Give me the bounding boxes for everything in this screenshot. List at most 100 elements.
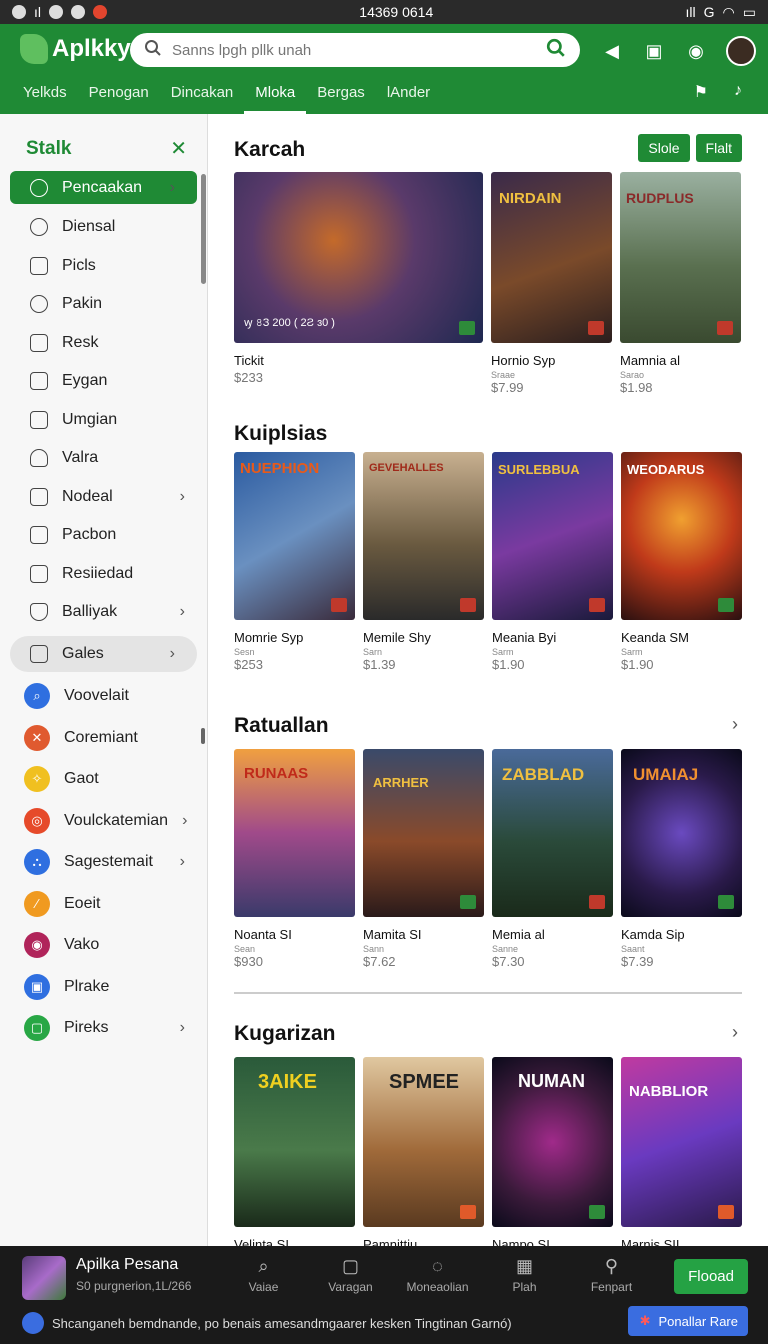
close-icon[interactable]: ✕: [170, 136, 187, 161]
sidebar-app-2[interactable]: ✧ Gaot: [0, 759, 207, 801]
sidebar-app-5[interactable]: ⁄ Eoeit: [0, 883, 207, 925]
card-title: Kamda Sip: [621, 927, 685, 942]
search-input[interactable]: [172, 41, 536, 59]
sidebar-item-7[interactable]: Valra: [0, 439, 207, 478]
game-card[interactable]: SURLEBBUA Meania Byi Sarm $1.90: [492, 452, 613, 672]
sidebar-app-7[interactable]: ▣ Plrake: [0, 966, 207, 1008]
game-card[interactable]: RUNAAS Noanta SI Sean $930: [234, 749, 355, 969]
now-playing-app[interactable]: Apilka Pesana S0 purgnerion,1L/266: [22, 1256, 191, 1300]
cover-title: NIRDAIN: [499, 190, 562, 207]
game-cover: RUNAAS: [234, 749, 355, 917]
user-icon: [30, 449, 48, 468]
chevron-right-icon[interactable]: ›: [732, 1022, 738, 1043]
sidebar-item-9[interactable]: Pacbon: [0, 516, 207, 555]
app-icon: ✕: [24, 724, 50, 751]
tab-4[interactable]: Bergas: [306, 82, 376, 114]
game-cover: ZABBLAD: [492, 749, 613, 917]
rating-badge: [589, 598, 605, 612]
bottom-nav-item-2[interactable]: ◌ Moneaolian: [394, 1256, 481, 1294]
card-title: Mamnia al: [620, 353, 680, 368]
game-card[interactable]: NIRDAIN Hornio Syp Sraae $7.99: [491, 172, 612, 395]
cart-icon[interactable]: ⚑: [694, 82, 708, 102]
sidebar-item-3[interactable]: Pakin: [0, 285, 207, 324]
search-icon: [144, 39, 162, 62]
sidebar-app-1[interactable]: ✕ Coremiant: [0, 717, 207, 759]
tab-1[interactable]: Penogan: [78, 82, 160, 114]
search-submit-icon[interactable]: [546, 38, 566, 63]
megaphone-icon[interactable]: ◀: [600, 39, 624, 63]
game-card[interactable]: ꝡ ৪З 200 ( 2Ƨ ɜ0 ) Tickit $233: [234, 172, 483, 395]
tab-5[interactable]: lAnder: [376, 82, 441, 114]
game-card[interactable]: GEVEHALLES Memile Shy Sarn $1.39: [363, 452, 484, 672]
cover-title: NUEPHION: [240, 460, 320, 477]
sidebar-app-3[interactable]: ◎ Voulckatemian ›: [0, 800, 207, 842]
game-card[interactable]: WEODARUS Keanda SM Sarm $1.90: [621, 452, 742, 672]
game-card[interactable]: NUEPHION Momrie Syp Sesn $253: [234, 452, 355, 672]
rating-badge: [718, 895, 734, 909]
rating-badge: [589, 895, 605, 909]
bottom-nav-item-3[interactable]: ▦ Plah: [481, 1256, 568, 1294]
status-bar: ıl 14369 0614 ıll G ◠ ▭: [0, 0, 768, 24]
signal-icon: ıl: [34, 4, 41, 20]
sidebar-item-6[interactable]: Umgian: [0, 401, 207, 440]
search-icon: [30, 178, 48, 197]
game-card[interactable]: 3AIKE Velinta SI: [234, 1057, 355, 1252]
chevron-right-icon[interactable]: ›: [732, 714, 738, 735]
info-icon: [22, 1312, 44, 1334]
sidebar-app-0[interactable]: ⌕ Voovelait: [0, 676, 207, 718]
game-card[interactable]: SPMEE Pamnittiu: [363, 1057, 484, 1252]
tab-3[interactable]: Mloka: [244, 82, 307, 114]
game-card[interactable]: RUDPLUS Mamnia al Sarao $1.98: [620, 172, 741, 395]
bottom-nav-item-1[interactable]: ▢ Varagan: [307, 1256, 394, 1294]
bag-icon: [30, 526, 48, 545]
card-sub: Sann: [363, 944, 385, 954]
card-price: $1.90: [492, 657, 525, 672]
sidebar-item-11[interactable]: Balliyak ›: [0, 593, 207, 632]
game-cover: ꝡ ৪З 200 ( 2Ƨ ɜ0 ): [234, 172, 483, 343]
app-logo[interactable]: Aplkky: [20, 34, 131, 64]
sidebar-app-6[interactable]: ◉ Vako: [0, 925, 207, 967]
bell-icon[interactable]: ♪: [734, 82, 742, 102]
sidebar-item-12[interactable]: Gales ›: [10, 635, 197, 672]
tab-2[interactable]: Dincakan: [160, 82, 245, 114]
game-card[interactable]: ZABBLAD Memia al Sanne $7.30: [492, 749, 613, 969]
sidebar-item-1[interactable]: Diensal: [0, 208, 207, 247]
game-card[interactable]: UMAIAJ Kamda Sip Saant $7.39: [621, 749, 742, 969]
grid-icon: [30, 256, 48, 275]
battery-icon: ▭: [742, 3, 756, 20]
sidebar-app-4[interactable]: ⛬ Sagestemait ›: [0, 842, 207, 884]
account-badge-icon[interactable]: ◉: [684, 39, 708, 63]
rating-badge: [331, 598, 347, 612]
section-button-0[interactable]: Slole: [638, 134, 690, 162]
sidebar-item-0[interactable]: Pencaakan ›: [10, 171, 197, 204]
chat-icon: ◌: [432, 1256, 443, 1276]
cover-title: UMAIAJ: [633, 765, 699, 784]
store-icon[interactable]: ▣: [642, 39, 666, 63]
sidebar-scrollbar[interactable]: [201, 174, 206, 284]
tab-0[interactable]: Yelkds: [12, 82, 78, 114]
chevron-right-icon: ›: [169, 178, 175, 196]
avatar[interactable]: [726, 36, 756, 66]
card-title: Mamita SI: [363, 927, 422, 942]
footer-text: Shcanganeh bemdnande, po benais amesandm…: [52, 1315, 512, 1331]
section-button-1[interactable]: Flalt: [695, 134, 742, 162]
game-card[interactable]: ARRHER Mamita SI Sann $7.62: [363, 749, 484, 969]
footer-action-button[interactable]: ✱ Ponallar Rare: [627, 1306, 748, 1336]
app-icon: ▣: [24, 973, 50, 1000]
game-card[interactable]: NABBLIOR Marnis SII: [621, 1057, 742, 1252]
card-row-3: 3AIKE Velinta SI SPMEE Pamnittiu NUMAN N…: [234, 1057, 742, 1252]
sidebar-item-10[interactable]: Resiiedad: [0, 555, 207, 594]
sidebar-item-8[interactable]: Nodeal ›: [0, 478, 207, 517]
bottom-nav-item-4[interactable]: ⚲ Fenpart: [568, 1256, 655, 1294]
sidebar-item-4[interactable]: Resk: [0, 324, 207, 363]
bottom-nav-item-0[interactable]: ⌕ Vaiae: [220, 1256, 307, 1294]
game-cover: NUMAN: [492, 1057, 613, 1227]
card-price: $1.90: [621, 657, 654, 672]
sidebar-app-8[interactable]: ▢ Pireks ›: [0, 1008, 207, 1050]
flooad-button[interactable]: Flooad: [674, 1259, 748, 1294]
sidebar-item-5[interactable]: Eygan: [0, 362, 207, 401]
sidebar: Stalk ✕ Pencaakan › Diensal Picls Pakin R…: [0, 114, 208, 1246]
sidebar-item-2[interactable]: Picls: [0, 247, 207, 286]
card-sub: Sarn: [363, 647, 383, 657]
game-card[interactable]: NUMAN Nampo SI: [492, 1057, 613, 1252]
